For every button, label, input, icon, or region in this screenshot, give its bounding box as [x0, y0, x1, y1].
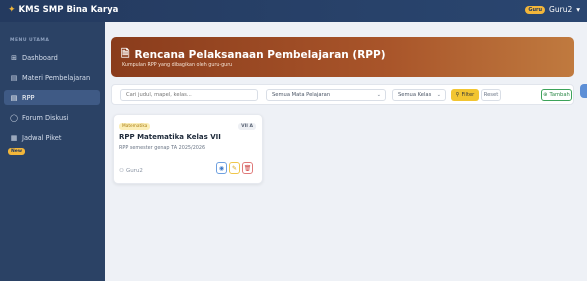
- delete-button[interactable]: 🗑: [242, 162, 253, 174]
- page-title: 🗎 Rencana Pelaksanaan Pembelajaran (RPP): [121, 46, 386, 64]
- user-icon: ⚇: [119, 168, 124, 174]
- search-icon: ⚲: [455, 92, 460, 98]
- user-menu[interactable]: Guru Guru2 ▾: [525, 5, 580, 14]
- top-navbar: ✦ KMS SMP Bina Karya Guru Guru2 ▾: [0, 0, 587, 22]
- eye-icon: ◉: [218, 164, 225, 172]
- subject-select[interactable]: Semua Mata Pelajaran ⌄: [266, 89, 386, 101]
- class-select-value: Semua Kelas: [398, 92, 432, 98]
- sidebar-item-label: Materi Pembelajaran: [22, 73, 91, 82]
- chat-icon: ◯: [10, 113, 18, 122]
- search-input[interactable]: [120, 89, 258, 101]
- brand[interactable]: ✦ KMS SMP Bina Karya: [8, 5, 118, 15]
- chevron-down-icon: ▾: [576, 5, 580, 14]
- sidebar: MENU UTAMA ⊞ Dashboard ▤ Materi Pembelaj…: [0, 22, 105, 281]
- pencil-icon: ✎: [231, 164, 238, 172]
- main-content: 🗎 Rencana Pelaksanaan Pembelajaran (RPP)…: [105, 22, 587, 281]
- dashboard-icon: ⊞: [11, 53, 17, 62]
- user-name: Guru2: [549, 5, 573, 14]
- card-title: RPP Matematika Kelas VII: [119, 133, 221, 141]
- card-description: RPP semester genap TA 2025/2026: [119, 145, 206, 151]
- document-icon: ▤: [10, 73, 18, 82]
- sidebar-item-label: Forum Diskusi: [22, 113, 69, 122]
- filter-button-label: Filter: [461, 92, 475, 98]
- sidebar-item-label: Dashboard: [22, 53, 58, 62]
- graduation-cap-icon: ✦: [8, 5, 16, 15]
- card-author-name: Guru2: [125, 168, 143, 174]
- subject-badge: Matematika: [119, 123, 151, 130]
- calendar-icon: ▦: [10, 133, 18, 142]
- filter-button[interactable]: ⚲ Filter: [451, 89, 479, 101]
- subject-select-value: Semua Mata Pelajaran: [272, 92, 331, 98]
- new-badge: New: [8, 148, 25, 155]
- role-badge: Guru: [525, 5, 546, 14]
- class-badge: VII A: [238, 123, 256, 130]
- sidebar-item-jadwal[interactable]: ▦ Jadwal Piket: [4, 130, 100, 145]
- rpp-card[interactable]: Matematika VII A RPP Matematika Kelas VI…: [113, 114, 263, 184]
- add-button[interactable]: ⊕ Tambah: [541, 89, 572, 101]
- chevron-down-icon: ⌄: [376, 92, 381, 98]
- document-icon: 🗎: [121, 48, 130, 60]
- page-subtitle: Kumpulan RPP yang dibagikan oleh guru-gu…: [122, 63, 233, 68]
- filter-bar: Semua Mata Pelajaran ⌄ Semua Kelas ⌄ ⚲ F…: [111, 84, 574, 105]
- page-header: 🗎 Rencana Pelaksanaan Pembelajaran (RPP)…: [111, 37, 574, 77]
- chevron-down-icon: ⌄: [436, 92, 441, 98]
- reset-button[interactable]: Reset: [481, 89, 501, 101]
- page-title-text: Rencana Pelaksanaan Pembelajaran (RPP): [134, 49, 386, 61]
- sidebar-item-rpp[interactable]: ▤ RPP: [4, 90, 100, 105]
- plus-circle-icon: ⊕: [543, 92, 548, 98]
- edit-button[interactable]: ✎: [229, 162, 240, 174]
- class-select[interactable]: Semua Kelas ⌄: [392, 89, 446, 101]
- sidebar-item-materi[interactable]: ▤ Materi Pembelajaran: [4, 70, 100, 85]
- view-button[interactable]: ◉: [216, 162, 227, 174]
- sidebar-section-title: MENU UTAMA: [10, 38, 50, 43]
- trash-icon: 🗑: [243, 164, 252, 172]
- document-icon: ▤: [10, 93, 18, 102]
- sidebar-item-label: Jadwal Piket: [22, 133, 62, 142]
- side-tab-handle[interactable]: [580, 84, 587, 98]
- brand-name: KMS SMP Bina Karya: [18, 5, 119, 15]
- card-author: ⚇ Guru2: [119, 168, 143, 174]
- add-button-label: Tambah: [549, 92, 570, 98]
- sidebar-item-label: RPP: [22, 93, 35, 102]
- sidebar-item-forum[interactable]: ◯ Forum Diskusi: [4, 110, 100, 125]
- sidebar-item-dashboard[interactable]: ⊞ Dashboard: [4, 50, 100, 65]
